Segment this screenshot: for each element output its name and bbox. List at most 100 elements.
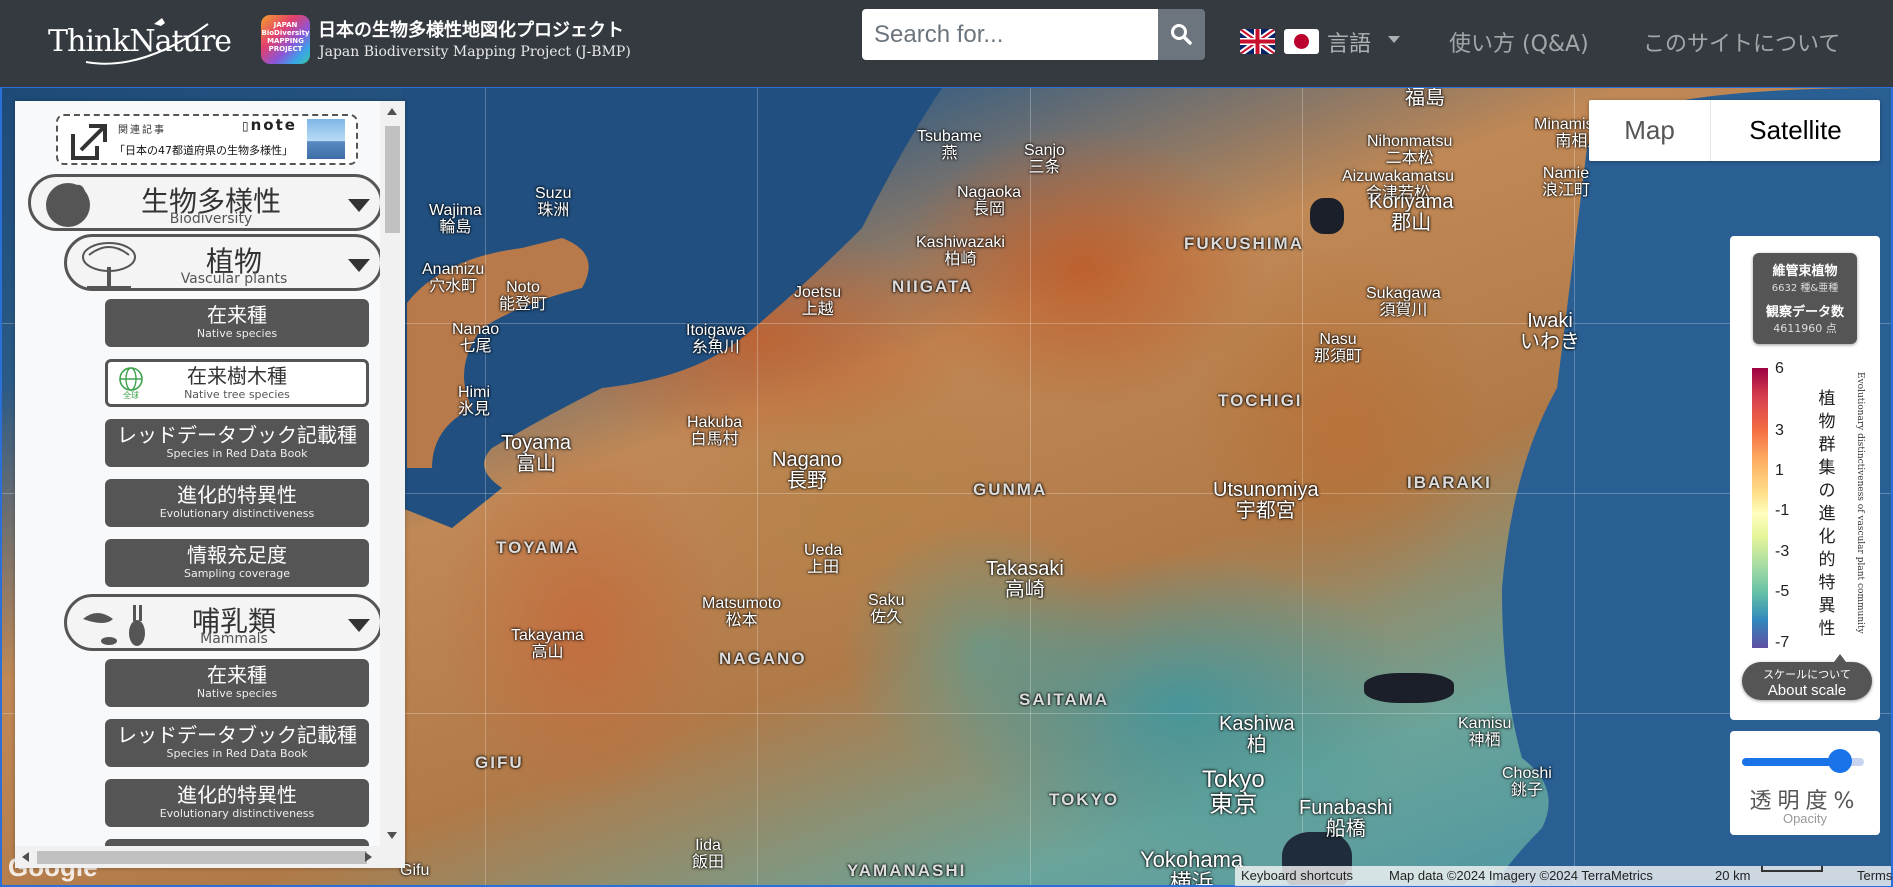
jbmp-app-icon[interactable]: JAPAN BioDiversity MAPPING PROJECT	[261, 15, 310, 64]
nav-link-howto[interactable]: 使い方 (Q&A)	[1449, 26, 1589, 58]
opacity-sublabel: Opacity	[1782, 811, 1828, 826]
dataset-info-badge: 維管束植物 6632 種&亜種 観察データ数 4611960 点	[1753, 253, 1857, 344]
biodiversity-icon	[46, 183, 90, 227]
legend-title-ja: 植物群集の進化的特異性	[1818, 389, 1836, 639]
japan-flag-icon[interactable]	[1284, 29, 1319, 54]
scroll-down-arrow-icon[interactable]	[387, 832, 397, 839]
thinknature-logo[interactable]: ThinkNature	[46, 14, 232, 70]
place-label: Nagaoka 長岡	[957, 184, 1022, 218]
place-label: Noto 能登町	[499, 279, 548, 313]
prefecture-label: FUKUSHIMA	[1184, 234, 1304, 253]
layer-title-en: Species in Red Data Book	[166, 747, 308, 760]
global-badge: 全球	[123, 390, 139, 400]
layer-title-ja: 在来種	[207, 303, 267, 327]
layer-title-en: Evolutionary distinctiveness	[159, 807, 315, 820]
scrollbar-thumb[interactable]	[37, 851, 367, 864]
project-subtitle: Japan Biodiversity Mapping Project (J-BM…	[319, 44, 631, 60]
scroll-up-arrow-icon[interactable]	[387, 108, 397, 115]
layer-title-ja: 進化的特異性	[177, 783, 297, 807]
layer-mammals-native-species[interactable]: 在来種 Native species	[105, 659, 369, 707]
place-label: Toyama 富山	[501, 432, 572, 475]
note-article-link[interactable]: 関連記事 ▯note 「日本の47都道府県の生物多様性」	[56, 114, 358, 165]
category-vascular-plants[interactable]: 植物 Vascular plants	[64, 234, 383, 291]
place-label: Tsubame 燕	[917, 128, 982, 162]
mount-fuji-thumbnail	[307, 119, 345, 159]
language-dropdown[interactable]: 言語	[1327, 26, 1371, 58]
scale-label[interactable]: 20 km	[1715, 866, 1750, 886]
uk-flag-icon[interactable]	[1240, 29, 1275, 54]
place-label: Iwaki いわき	[1520, 310, 1580, 353]
category-mammals[interactable]: 哺乳類 Mammals	[64, 594, 383, 651]
map-type-satellite-button[interactable]: Satellite	[1711, 100, 1880, 161]
place-label: Nanao 七尾	[452, 321, 500, 355]
observation-count: 4611960 点	[1773, 322, 1837, 335]
place-label: Sukagawa 須賀川	[1366, 285, 1441, 319]
nav-link-about[interactable]: このサイトについて	[1643, 26, 1840, 58]
layer-title-en: Species in Red Data Book	[166, 447, 308, 460]
place-label: Funabashi 船橋	[1299, 797, 1393, 840]
layer-mammals-red-data-book[interactable]: レッドデータブック記載種 Species in Red Data Book	[105, 719, 369, 767]
map-type-map-button[interactable]: Map	[1589, 100, 1711, 161]
place-label: Nasu 那須町	[1314, 331, 1363, 365]
layer-title-en: Native species	[196, 687, 278, 700]
place-label: Koriyama 郡山	[1369, 191, 1454, 234]
layer-title-ja: レッドデータブック記載種	[117, 423, 357, 447]
prefecture-label: SAITAMA	[1019, 690, 1110, 709]
prefecture-label: YAMANASHI	[847, 861, 967, 880]
sidebar-vertical-scrollbar[interactable]	[380, 101, 405, 846]
note-logo-icon: ▯	[242, 119, 251, 133]
place-label: Anamizu 穴水町	[422, 261, 485, 295]
opacity-slider-thumb[interactable]	[1827, 749, 1852, 773]
layer-plants-native-species[interactable]: 在来種 Native species	[105, 299, 369, 347]
place-label: Himi 氷見	[458, 384, 491, 418]
scrollbar-thumb[interactable]	[385, 126, 400, 233]
caret-down-icon[interactable]	[1388, 36, 1400, 43]
place-label: 福島	[1405, 87, 1445, 109]
layer-plants-sampling-coverage[interactable]: 情報充足度 Sampling coverage	[105, 539, 369, 587]
scroll-right-arrow-icon[interactable]	[365, 852, 372, 862]
layer-plants-red-data-book[interactable]: レッドデータブック記載種 Species in Red Data Book	[105, 419, 369, 467]
project-title: 日本の生物多様性地図化プロジェクト	[318, 20, 624, 41]
about-scale-button[interactable]: スケールについて About scale	[1742, 654, 1872, 700]
species-count: 6632 種&亜種	[1771, 283, 1839, 294]
prefecture-label: GIFU	[475, 753, 524, 772]
lake-kasumigaura	[1364, 673, 1454, 703]
sidebar-horizontal-scrollbar[interactable]	[15, 846, 405, 868]
search-input[interactable]	[862, 9, 1158, 60]
layer-plants-native-tree-species[interactable]: 全球 在来樹木種 Native tree species	[105, 359, 369, 407]
place-label: Wajima 輪島	[429, 202, 482, 236]
place-label: Kashiwazaki 柏崎	[916, 234, 1005, 268]
note-title: 「日本の47都道府県の生物多様性」	[114, 144, 293, 157]
external-link-icon	[71, 124, 107, 160]
place-label: Itoigawa 糸魚川	[686, 322, 746, 356]
category-biodiversity[interactable]: 生物多様性 Biodiversity	[28, 174, 383, 231]
layer-title-en: Evolutionary distinctiveness	[159, 507, 315, 520]
chevron-down-icon	[348, 199, 370, 212]
brand-name: ThinkNature	[48, 24, 232, 59]
layer-title-en: Sampling coverage	[183, 567, 291, 580]
layer-title-ja: 情報充足度	[187, 543, 287, 567]
about-scale-en: About scale	[1767, 682, 1847, 699]
observation-label: 観察データ数	[1765, 305, 1844, 320]
note-heading: 関連記事	[118, 125, 166, 136]
map-data-attribution: Map data ©2024 Imagery ©2024 TerraMetric…	[1389, 868, 1653, 883]
about-scale-ja: スケールについて	[1763, 668, 1851, 681]
place-label: Matsumoto 松本	[702, 595, 782, 629]
layer-mammals-evolutionary-distinctiveness[interactable]: 進化的特異性 Evolutionary distinctiveness	[105, 779, 369, 827]
top-navbar: ThinkNature JAPAN BioDiversity MAPPING P…	[0, 0, 1893, 87]
prefecture-label: NAGANO	[719, 649, 807, 668]
layer-title-en: Native species	[196, 327, 278, 340]
scroll-left-arrow-icon[interactable]	[22, 852, 29, 862]
search-button[interactable]	[1158, 9, 1205, 60]
place-label: Joetsu 上越	[794, 284, 842, 318]
layer-title-ja: 在来樹木種	[187, 364, 287, 388]
layer-title-ja: 進化的特異性	[177, 483, 297, 507]
prefecture-label: GUNMA	[973, 480, 1048, 499]
keyboard-shortcuts-link[interactable]: Keyboard shortcuts	[1241, 866, 1353, 886]
place-label: Nihonmatsu 二本松	[1367, 133, 1453, 167]
map-type-control: Map Satellite	[1589, 100, 1880, 161]
terms-link[interactable]: Terms	[1857, 866, 1892, 886]
scale-tick: -1	[1775, 502, 1790, 519]
layer-plants-evolutionary-distinctiveness[interactable]: 進化的特異性 Evolutionary distinctiveness	[105, 479, 369, 527]
place-label: Nagano 長野	[772, 449, 843, 492]
